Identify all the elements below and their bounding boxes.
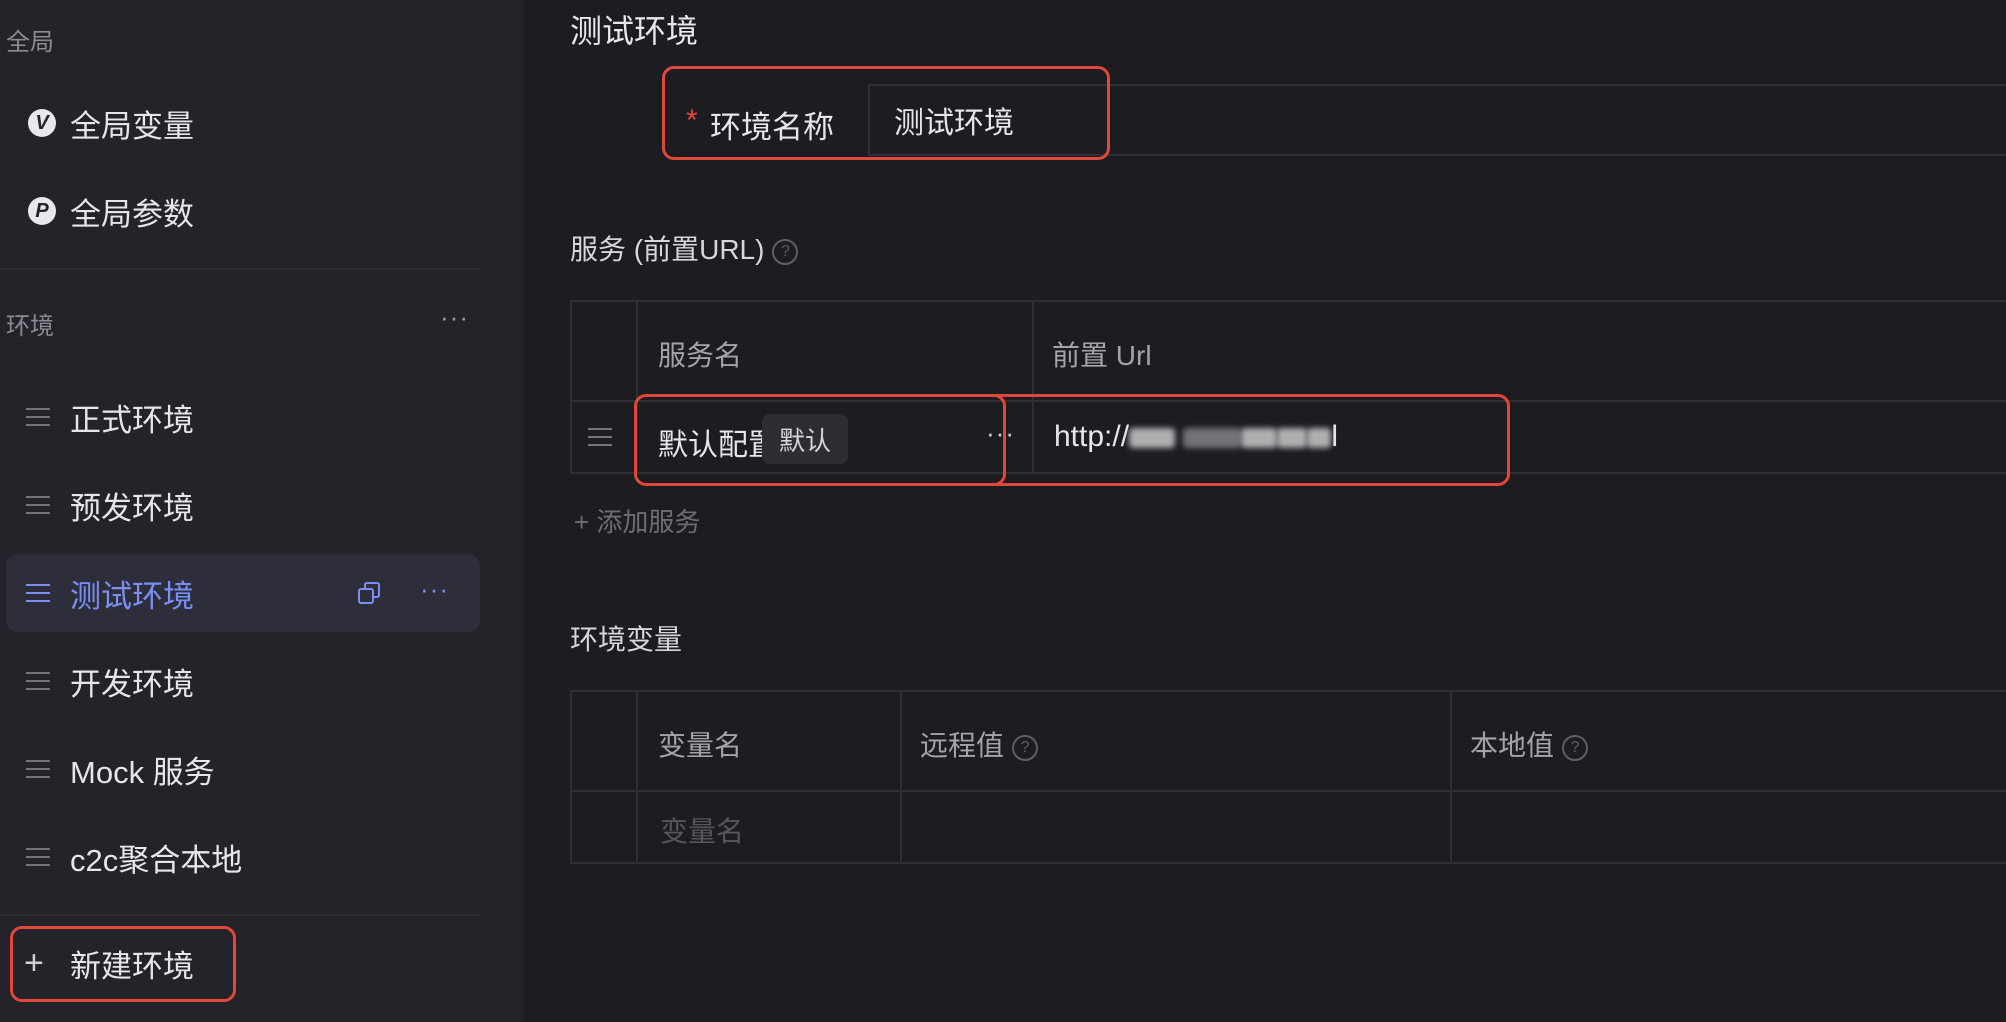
column-header-text: 远程值 xyxy=(920,730,1005,761)
column-header-local-value: 本地值? xyxy=(1470,724,1589,764)
divider xyxy=(0,268,480,270)
active-item-more-button[interactable]: ··· xyxy=(420,574,449,605)
drag-handle-icon[interactable] xyxy=(26,672,50,690)
sidebar-item-env-dev[interactable]: 开发环境 xyxy=(6,642,480,720)
column-header-text: 本地值 xyxy=(1470,730,1555,761)
default-badge: 默认 xyxy=(762,414,848,464)
env-name-input[interactable]: 测试环境 xyxy=(868,86,2006,154)
column-header-var-name: 变量名 xyxy=(658,730,743,761)
sidebar: 全局 V 全局变量 P 全局参数 环境 ··· 正式环境 预发环境 测试环境 ·… xyxy=(0,0,524,1022)
env-name-label: 环境名称 xyxy=(710,110,834,145)
required-mark: * xyxy=(686,104,698,137)
service-name[interactable]: 默认配置 xyxy=(658,420,778,464)
copy-icon[interactable] xyxy=(358,582,380,604)
sidebar-item-env-mock[interactable]: Mock 服务 xyxy=(6,730,480,808)
url-text: l xyxy=(1331,420,1339,453)
sidebar-item-label: 开发环境 xyxy=(70,666,194,702)
sidebar-item-label: c2c聚合本地 xyxy=(70,842,243,878)
sidebar-item-global-variables[interactable]: V 全局变量 xyxy=(6,84,480,162)
main-panel: 测试环境 * 环境名称 测试环境 服务 (前置URL)? 服务名 前置 Url … xyxy=(524,0,2006,1022)
drag-handle-icon[interactable] xyxy=(26,408,50,426)
drag-handle-icon[interactable] xyxy=(26,584,50,602)
services-heading-text: 服务 (前置URL) xyxy=(570,234,765,265)
sidebar-item-env-staging[interactable]: 预发环境 xyxy=(6,466,480,544)
remote-value-input[interactable] xyxy=(904,792,1448,862)
divider xyxy=(0,914,480,916)
plus-icon: + xyxy=(574,507,590,537)
sidebar-item-env-c2c[interactable]: c2c聚合本地 xyxy=(6,818,480,896)
redacted-mark xyxy=(1277,428,1308,449)
sidebar-item-label: 全局变量 xyxy=(70,108,194,144)
sidebar-item-label: 测试环境 xyxy=(70,578,194,614)
redacted-mark xyxy=(1129,428,1176,449)
column-header-service-name: 服务名 xyxy=(658,340,743,371)
add-service-button[interactable]: + 添加服务 xyxy=(574,502,700,539)
column-header-url: 前置 Url xyxy=(1052,340,1152,371)
sidebar-item-label: Mock 服务 xyxy=(70,754,215,790)
sidebar-item-label: 全局参数 xyxy=(70,196,194,232)
table-row: 默认配置 默认 ··· http:// l xyxy=(570,402,2006,474)
sidebar-item-env-prod[interactable]: 正式环境 xyxy=(6,378,480,456)
redacted-mark xyxy=(1183,428,1242,449)
url-text: http:// xyxy=(1054,420,1130,453)
sidebar-item-label: 预发环境 xyxy=(70,490,194,526)
page-title: 测试环境 xyxy=(570,13,699,49)
new-env-button[interactable]: + 新建环境 xyxy=(6,924,480,1002)
drag-handle-icon[interactable] xyxy=(26,760,50,778)
help-icon[interactable]: ? xyxy=(1012,734,1039,761)
help-icon[interactable]: ? xyxy=(1562,734,1589,761)
redacted-mark xyxy=(1241,428,1278,449)
variable-icon: V xyxy=(28,109,56,137)
sidebar-item-env-test[interactable]: 测试环境 ··· xyxy=(6,554,480,632)
add-service-label: 添加服务 xyxy=(596,507,701,537)
parameter-icon: P xyxy=(28,197,56,225)
sidebar-item-global-parameters[interactable]: P 全局参数 xyxy=(6,172,480,250)
column-header-remote-value: 远程值? xyxy=(920,724,1039,764)
url-input[interactable]: http:// l xyxy=(1054,420,1338,454)
plus-icon: + xyxy=(24,943,44,982)
help-icon[interactable]: ? xyxy=(772,238,799,265)
redacted-mark xyxy=(1307,428,1332,449)
local-value-input[interactable] xyxy=(1454,792,2006,862)
variables-heading: 环境变量 xyxy=(570,624,683,655)
env-section-label: 环境 xyxy=(6,313,54,340)
sidebar-item-label: 正式环境 xyxy=(70,402,194,438)
drag-handle-icon[interactable] xyxy=(26,848,50,866)
var-name-input[interactable]: 变量名 xyxy=(660,810,744,850)
service-more-button[interactable]: ··· xyxy=(986,418,1015,449)
services-heading: 服务 (前置URL)? xyxy=(570,228,799,268)
global-section-label: 全局 xyxy=(6,29,54,56)
new-env-label: 新建环境 xyxy=(70,948,194,984)
drag-handle-icon[interactable] xyxy=(588,428,612,446)
drag-handle-icon[interactable] xyxy=(26,496,50,514)
env-section-more-button[interactable]: ··· xyxy=(440,302,469,333)
